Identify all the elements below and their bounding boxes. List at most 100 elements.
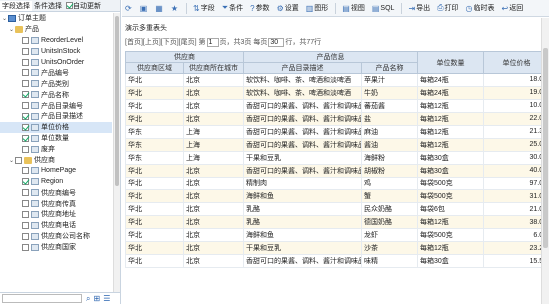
table-row[interactable]: 华北 北京 乳酪 民众奶酪 每袋6包 21.00: [125, 202, 549, 217]
tree-node-checkbox[interactable]: [22, 123, 29, 131]
tree-node-checkbox[interactable]: [22, 36, 29, 44]
tree-node[interactable]: 单位数量: [0, 133, 112, 144]
sql-button[interactable]: ▤ SQL: [372, 4, 395, 13]
tree-node[interactable]: 单位价格: [0, 121, 112, 133]
tree-node-checkbox[interactable]: [22, 200, 29, 208]
tree-node-checkbox[interactable]: [22, 69, 29, 77]
table-row[interactable]: 华东 上海 干果和豆乳 海鲜粉 每箱30盒 30.00: [125, 150, 549, 165]
report-scrollbar[interactable]: [541, 18, 549, 304]
tree-node-checkbox[interactable]: [22, 189, 29, 197]
page-number-input[interactable]: 1: [206, 37, 219, 47]
tree-node-checkbox[interactable]: [22, 80, 29, 88]
tree-node[interactable]: 产品名称: [0, 89, 112, 100]
table-row[interactable]: 华东 上海 香甜可口的果酱、调料、酱汁和调味品 酱油 每箱12瓶 25.00: [125, 137, 549, 152]
auto-update-checkbox[interactable]: [66, 2, 73, 9]
tree-node[interactable]: ⌄ 供应商: [0, 155, 112, 166]
tree-node[interactable]: 产品目录描述: [0, 111, 112, 122]
tree-node-checkbox[interactable]: [22, 232, 29, 240]
tree-scrollbar-thumb[interactable]: [115, 16, 119, 186]
tree-node-checkbox[interactable]: [22, 210, 29, 218]
tree-node-checkbox[interactable]: [22, 112, 29, 120]
tree-node[interactable]: 供应商传真: [0, 198, 112, 209]
tree-node[interactable]: UnitsOnOrder: [0, 57, 112, 68]
table-row[interactable]: 华北 北京 香甜可口的果酱、调料、酱汁和调味品盐每箱12瓶 22.00: [125, 111, 549, 126]
rows-per-page-input[interactable]: 30: [268, 37, 285, 47]
table-cell: 每袋500克: [417, 176, 484, 191]
filter-button[interactable]: ⏷ 条件: [222, 3, 243, 13]
time-button[interactable]: ◷ 临时表: [466, 3, 495, 13]
tree-node[interactable]: HomePage: [0, 165, 112, 176]
tree-node[interactable]: 产品目录编号: [0, 100, 112, 111]
star-button[interactable]: ★: [171, 4, 179, 13]
tree-node-checkbox[interactable]: [15, 156, 22, 164]
return-button[interactable]: ↩ 返回: [502, 3, 524, 13]
collapse-icon[interactable]: ⌄: [1, 15, 8, 22]
tab-condition-selection[interactable]: 条件选择: [32, 1, 64, 11]
table-row[interactable]: 华东 上海 香甜可口的果酱、调料、酱汁和调味品 麻油 每箱12瓶 21.35: [125, 124, 549, 139]
settings-button[interactable]: ⚙ 设置: [277, 3, 299, 13]
tree-node-checkbox[interactable]: [22, 243, 29, 251]
collapse-icon[interactable]: ⌄: [8, 157, 15, 164]
header-supplier-city[interactable]: 供应商所在城市: [183, 62, 244, 74]
tree-node-checkbox[interactable]: [22, 167, 29, 175]
table-row[interactable]: 华北 北京 软饮料、咖啡、茶、啤酒和淡啤酒 牛奶 每箱24瓶 19.00: [125, 85, 549, 100]
print-button[interactable]: ⎙ 打印: [437, 3, 458, 13]
header-unit-price[interactable]: 单位价格: [483, 51, 549, 74]
tree-node[interactable]: Region: [0, 176, 112, 187]
tree-node[interactable]: UnitsInStock: [0, 46, 112, 57]
view-button[interactable]: ▤ 视图: [342, 3, 365, 13]
refresh-button[interactable]: ⟳: [125, 4, 133, 13]
tree-node[interactable]: 供应商电话: [0, 220, 112, 231]
tree-node[interactable]: ReorderLevel: [0, 35, 112, 46]
tree-node[interactable]: 供应商国家: [0, 242, 112, 253]
tree-node-checkbox[interactable]: [22, 91, 29, 99]
tree-node[interactable]: ⌄ 订单主题: [0, 13, 112, 24]
search-icon[interactable]: ⌕: [86, 294, 90, 304]
tree-node[interactable]: 废弃: [0, 144, 112, 155]
list-icon[interactable]: ☰: [103, 294, 110, 304]
table-row[interactable]: 华北 北京 香甜可口的果酱、调料、酱汁和调味品 味精 每箱30盒 15.50: [125, 254, 549, 269]
tree-node-checkbox[interactable]: [22, 145, 29, 153]
tree-search-input[interactable]: [2, 294, 82, 303]
tab-field-selection[interactable]: 字段选择: [0, 0, 32, 11]
tree-node[interactable]: 供应商公司名称: [0, 231, 112, 242]
table-row[interactable]: 华北 北京 软饮料、咖啡、茶、啤酒和淡啤酒 苹果汁 每箱24瓶 18.00: [125, 73, 549, 87]
table-row[interactable]: 华北 北京 香甜可口的果酱、调料、酱汁和调味品 胡椒粉 每箱30盒 40.00: [125, 163, 549, 178]
expand-all-icon[interactable]: ⊞: [93, 294, 100, 304]
pager-nav-links[interactable]: [首页][上页][下页][尾页] 第: [125, 37, 206, 47]
param-button[interactable]: ? 参数: [250, 3, 269, 13]
header-product-name[interactable]: 产品名称: [361, 62, 418, 74]
tree-node[interactable]: 产品类别: [0, 78, 112, 89]
tree-node-checkbox[interactable]: [22, 47, 29, 55]
export-button[interactable]: ⇥ 导出: [408, 3, 430, 13]
collapse-icon[interactable]: ⌄: [8, 26, 15, 33]
table-row[interactable]: 华北北京海鲜和鱼龙虾每袋500克6.00: [125, 228, 549, 243]
tree-node-checkbox[interactable]: [22, 102, 29, 110]
tree-node[interactable]: 产品编号: [0, 67, 112, 78]
field-button[interactable]: ⇅ 字段: [193, 3, 215, 13]
table-row[interactable]: 华北 北京 乳酪 德国奶酪 每箱12瓶 38.00: [125, 215, 549, 230]
auto-update-toggle[interactable]: 自动更新: [66, 1, 101, 11]
report-scrollbar-thumb[interactable]: [543, 48, 548, 248]
tree-node-checkbox[interactable]: [22, 178, 29, 186]
save-button[interactable]: ▣: [140, 4, 149, 13]
table-cell: 每箱24瓶: [417, 73, 484, 87]
table-row[interactable]: 华北 北京 海鲜和鱼蟹每袋500克 31.00: [125, 189, 549, 204]
tree-scrollbar[interactable]: [113, 13, 120, 292]
header-category-description[interactable]: 产品目录描述: [243, 62, 362, 74]
tree-node[interactable]: ⌄ 产品: [0, 24, 112, 35]
table-row[interactable]: 华北 北京 干果和豆乳 沙茶 每箱12瓶 23.25: [125, 241, 549, 256]
tree-node-checkbox[interactable]: [22, 58, 29, 66]
grid-button[interactable]: ▦: [155, 4, 164, 13]
table-row[interactable]: 华北 北京 香甜可口的果酱、调料、酱汁和调味品 蕃茄酱 每箱12瓶 10.00: [125, 98, 549, 113]
header-supplier-region[interactable]: 供应商区域: [125, 62, 184, 74]
tree-node-checkbox[interactable]: [22, 221, 29, 229]
tree-node-checkbox[interactable]: [22, 134, 29, 142]
table-row[interactable]: 华北 北京 精制肉鸡每袋500克 97.00: [125, 176, 549, 191]
folder-icon: [15, 25, 23, 33]
table-cell: 31.00: [483, 189, 549, 204]
tree-node[interactable]: 供应商编号: [0, 187, 112, 198]
chart-button[interactable]: ▥ 图形: [306, 3, 329, 13]
header-unit-quantity[interactable]: 单位数量: [417, 51, 484, 74]
tree-node[interactable]: 供应商地址: [0, 209, 112, 220]
